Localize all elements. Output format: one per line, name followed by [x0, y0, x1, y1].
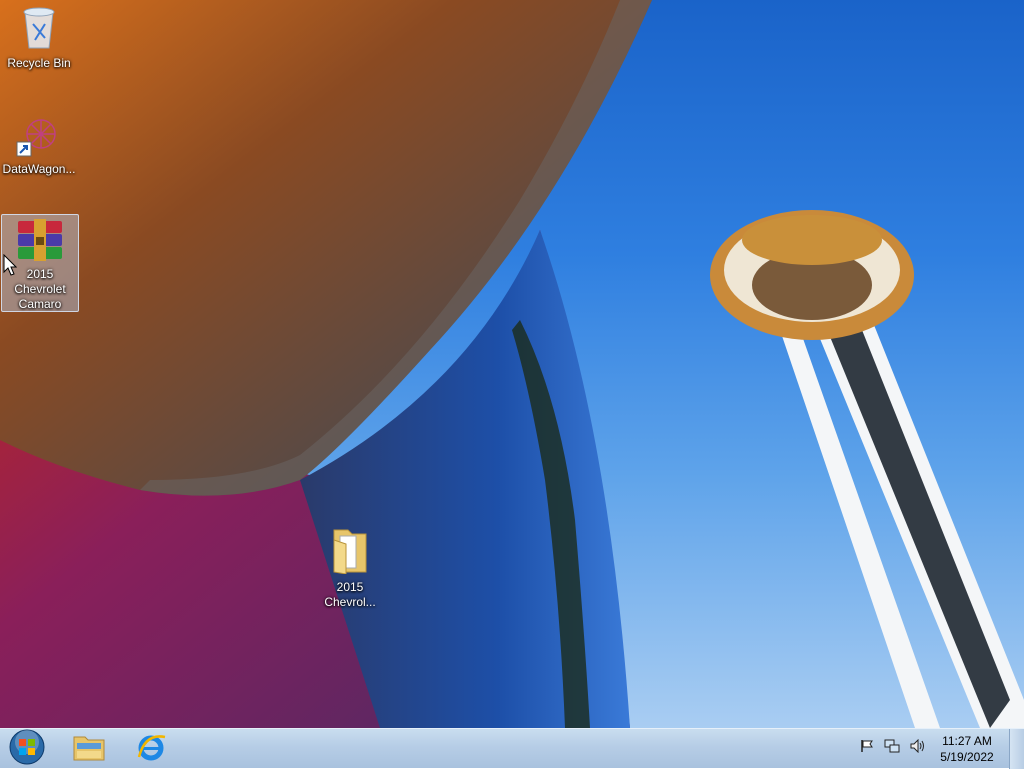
desktop-icon-label: Recycle Bin — [7, 56, 71, 70]
taskbar-internet-explorer-button[interactable] — [126, 729, 176, 769]
system-tray — [860, 738, 926, 758]
internet-explorer-icon — [135, 731, 167, 768]
desktop[interactable]: Recycle Bin DataWagon... 2015 Chevrolet … — [0, 0, 1024, 728]
taskbar-file-explorer-button[interactable] — [64, 729, 114, 769]
desktop-icon-label: 2015 Chevrol... — [324, 580, 376, 609]
start-button[interactable] — [4, 729, 50, 769]
action-center-flag-icon[interactable] — [860, 739, 874, 758]
volume-icon[interactable] — [910, 738, 926, 758]
desktop-icon-label: DataWagon... — [2, 162, 76, 176]
mouse-cursor — [3, 254, 17, 276]
file-explorer-icon — [73, 733, 105, 766]
clock-date: 5/19/2022 — [940, 750, 994, 764]
desktop-icon-2015-chevrolet-folder[interactable]: 2015 Chevrol... — [312, 526, 388, 610]
desktop-icon-recycle-bin[interactable]: Recycle Bin — [1, 6, 77, 71]
wallpaper — [0, 0, 1024, 728]
folder-icon — [312, 526, 388, 578]
datawagon-shortcut-icon — [15, 112, 63, 160]
desktop-icon-datawagon[interactable]: DataWagon... — [1, 112, 77, 177]
show-desktop-button[interactable] — [1009, 729, 1024, 769]
windows-start-orb-icon — [8, 728, 46, 771]
recycle-bin-icon — [1, 6, 77, 54]
clock-time: 11:27 AM — [942, 734, 992, 748]
taskbar: 11:27 AM 5/19/2022 — [0, 728, 1024, 769]
network-icon[interactable] — [884, 739, 900, 758]
taskbar-clock[interactable]: 11:27 AM 5/19/2022 — [932, 733, 1002, 765]
desktop-icon-label: 2015 Chevrolet Camaro — [14, 267, 66, 311]
